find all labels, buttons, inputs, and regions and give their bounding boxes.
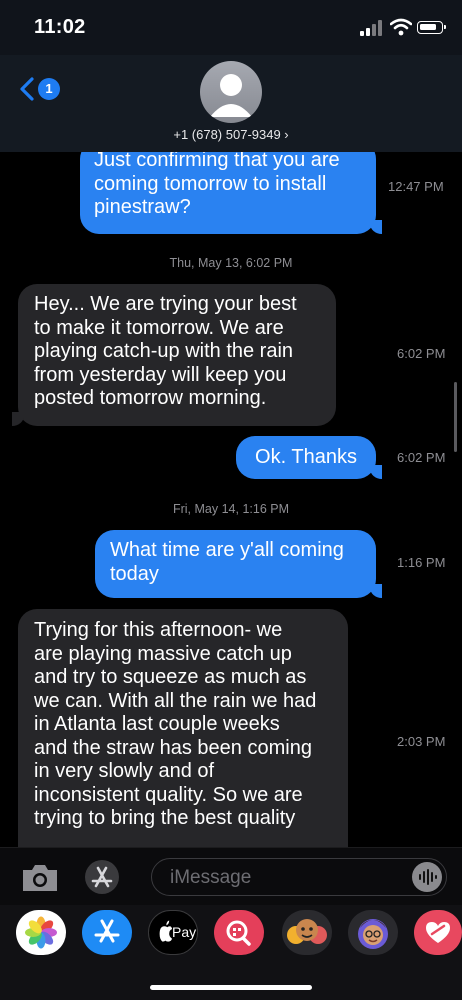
message-input-placeholder: iMessage [170, 867, 252, 888]
message-timestamp: 6:02 PM [397, 346, 446, 361]
status-time: 11:02 [34, 16, 86, 38]
contact-name[interactable]: +1 (678) 507-9349 › [0, 127, 462, 142]
scroll-indicator[interactable] [454, 382, 457, 452]
digital-touch-icon[interactable] [414, 910, 462, 955]
date-divider: Thu, May 13, 6:02 PM [169, 256, 293, 270]
bubble-tail [370, 584, 382, 598]
message-bubble-incoming[interactable]: Trying for this afternoon- we are playin… [18, 609, 348, 847]
message-thread[interactable]: Just confirming that you are coming tomo… [0, 152, 462, 847]
bubble-tail [370, 220, 382, 234]
wifi-icon [390, 18, 412, 36]
search-images-icon[interactable] [214, 910, 264, 955]
apple-pay-icon[interactable]: Pay [148, 910, 198, 955]
apple-pay-label: Pay [172, 924, 197, 940]
camera-icon[interactable] [20, 862, 60, 894]
message-timestamp: 6:02 PM [397, 450, 446, 465]
memoji-stickers-icon[interactable] [282, 910, 332, 955]
appstore-app-icon[interactable] [82, 910, 132, 955]
message-timestamp: 2:03 PM [397, 734, 446, 749]
message-bubble-outgoing[interactable]: Just confirming that you are coming tomo… [80, 152, 376, 234]
appstore-icon[interactable] [85, 860, 119, 894]
message-input[interactable]: iMessage [151, 858, 447, 896]
bubble-tail [370, 465, 382, 479]
message-bubble-outgoing[interactable]: Ok. Thanks [236, 436, 376, 479]
message-timestamp: 12:47 PM [388, 179, 444, 194]
message-timestamp: 1:16 PM [397, 555, 446, 570]
compose-bar: iMessage [0, 847, 462, 906]
photos-icon[interactable] [16, 910, 66, 955]
unread-badge[interactable]: 1 [38, 78, 60, 100]
audio-input-icon[interactable] [412, 862, 442, 892]
status-bar: 11:02 [0, 0, 462, 55]
back-chevron-icon[interactable] [18, 77, 36, 101]
signal-icon [360, 20, 382, 36]
imessage-app-drawer: Pay [0, 905, 462, 1000]
battery-icon [417, 21, 446, 34]
home-indicator[interactable] [150, 985, 312, 990]
message-bubble-outgoing[interactable]: What time are y'all coming today [95, 530, 376, 598]
memoji-icon[interactable] [348, 910, 398, 955]
date-divider: Fri, May 14, 1:16 PM [172, 502, 289, 516]
bubble-tail [12, 412, 24, 426]
avatar-icon[interactable] [200, 61, 262, 123]
message-bubble-incoming[interactable]: Hey... We are trying your best to make i… [18, 284, 336, 426]
conversation-header: 1 +1 (678) 507-9349 › [0, 55, 462, 152]
